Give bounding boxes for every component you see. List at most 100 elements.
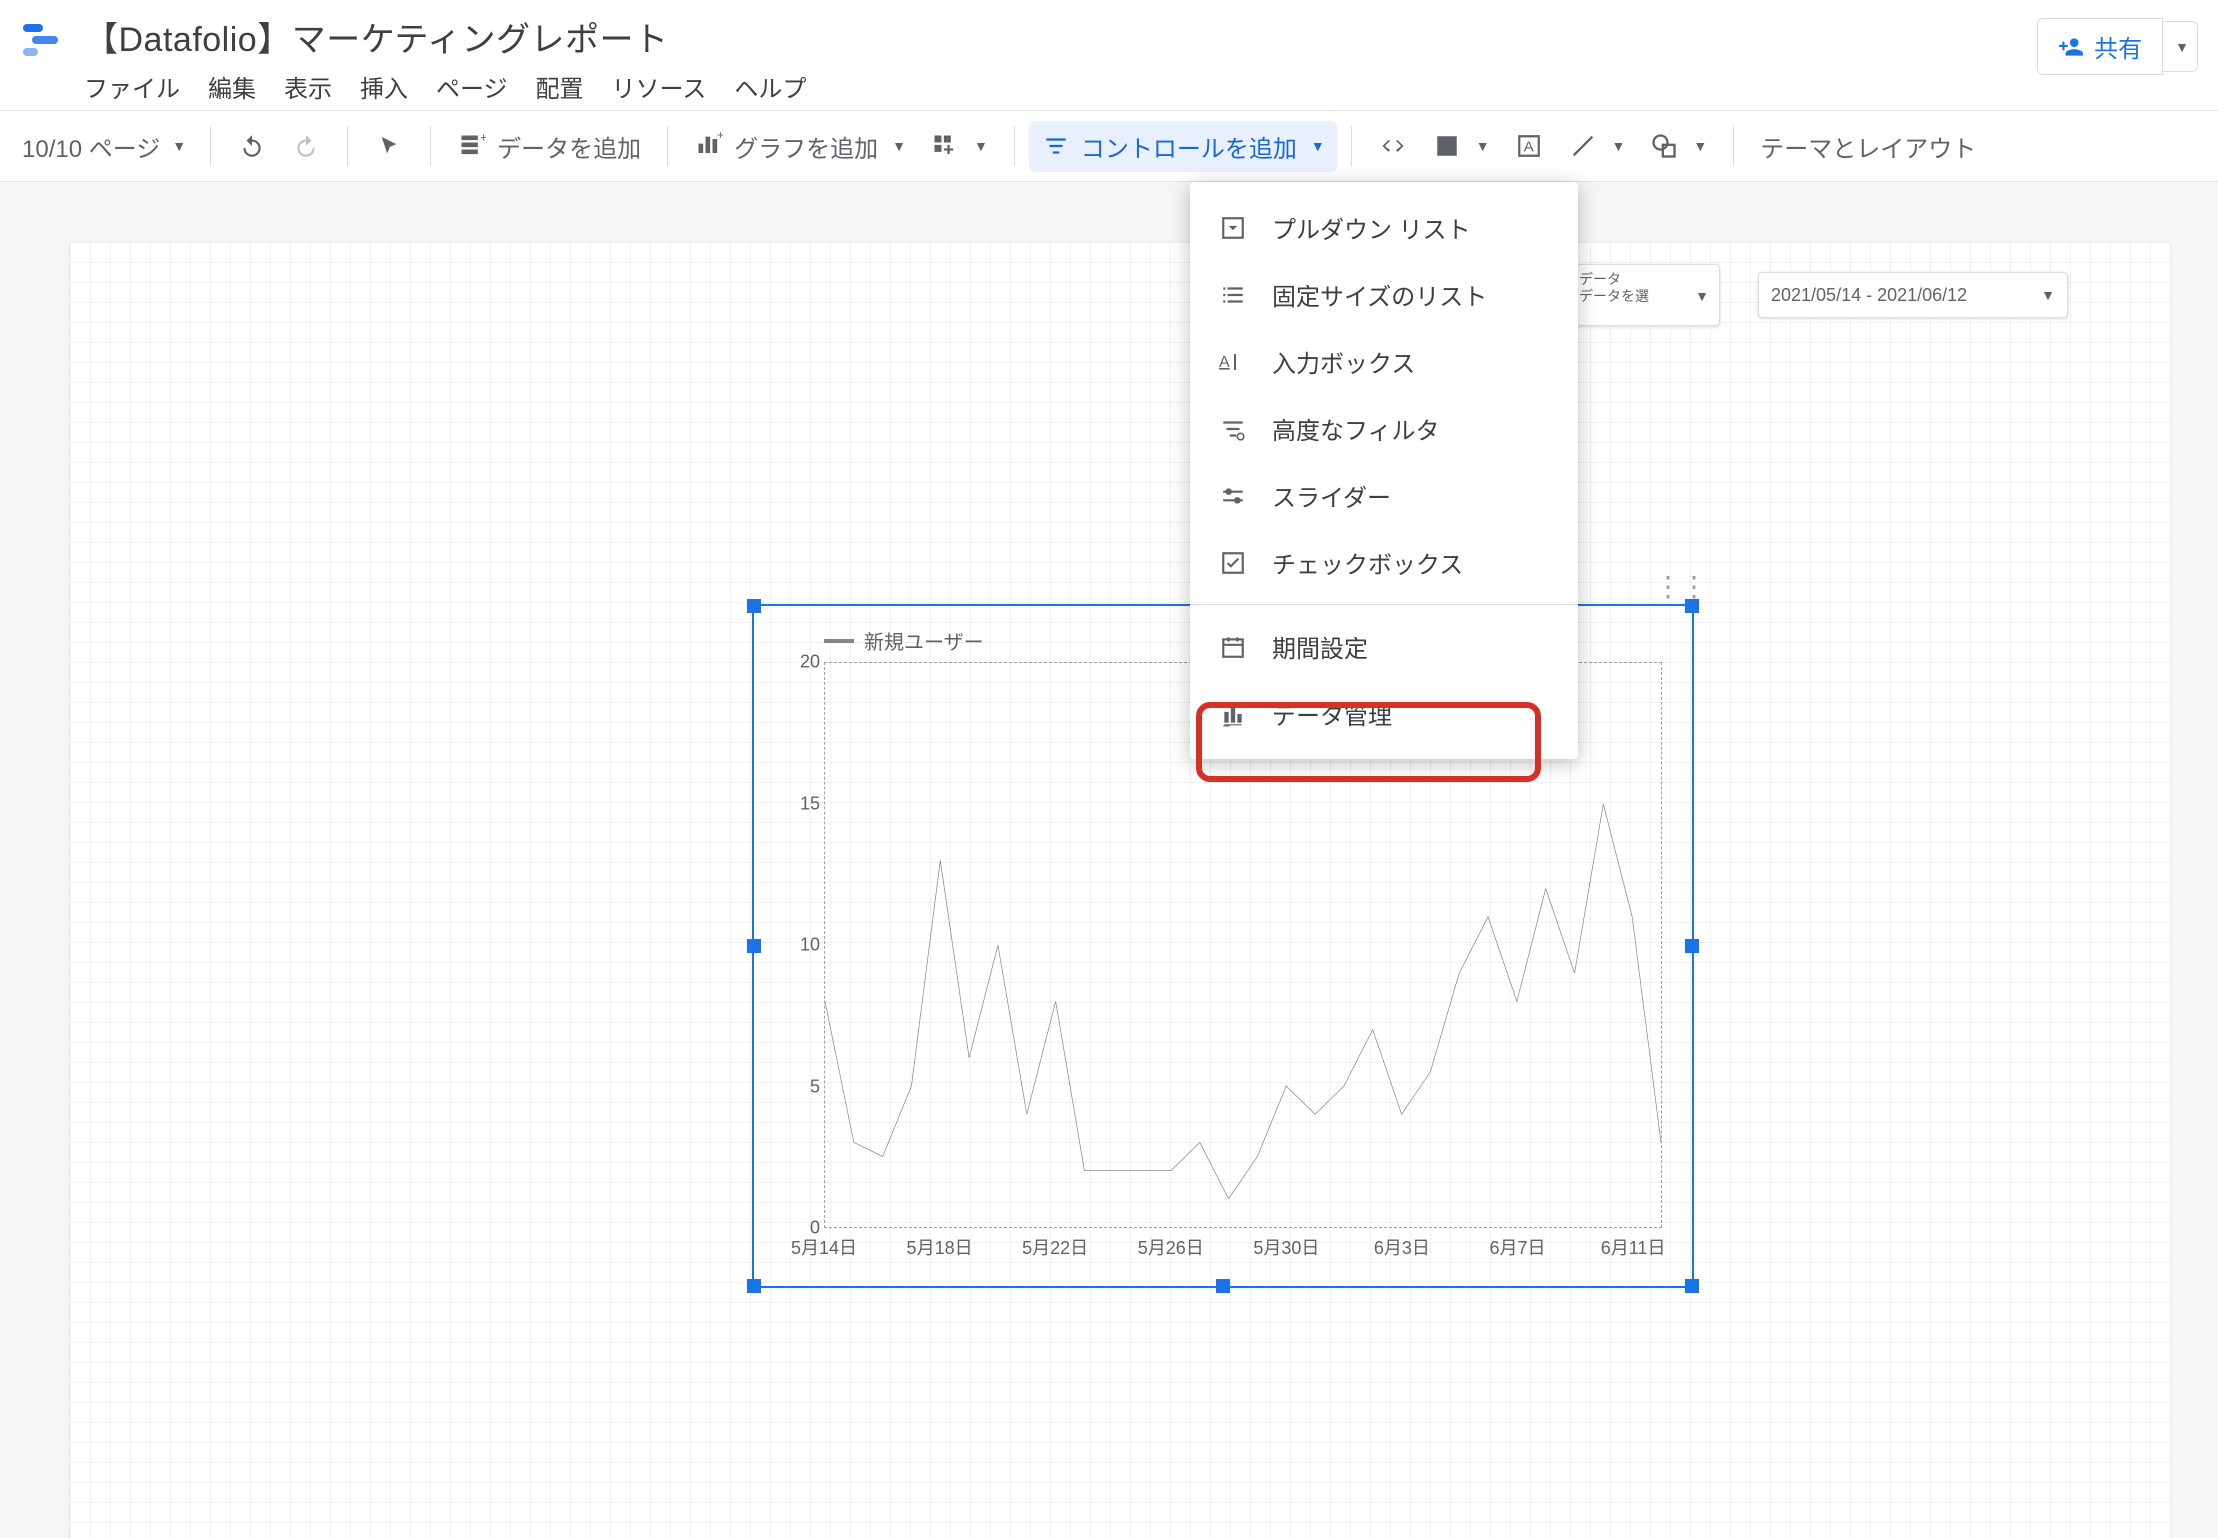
data-selector-value: データを選	[1579, 288, 1649, 305]
resize-handle-bm[interactable]	[1216, 1279, 1230, 1293]
undo-icon	[237, 131, 267, 161]
date-range-control[interactable]: 2021/05/14 - 2021/06/12 ▼	[1758, 272, 2068, 318]
dropdown-item-label: 入力ボックス	[1272, 344, 1415, 379]
share-dropdown[interactable]: ▼	[2163, 21, 2198, 72]
document-title[interactable]: 【Datafolio】マーケティングレポート	[84, 12, 2037, 61]
page-indicator[interactable]: 10/10 ページ ▼	[12, 129, 196, 164]
input-icon: A	[1218, 347, 1248, 377]
title-area: 【Datafolio】マーケティングレポート ファイル 編集 表示 挿入 ページ…	[84, 12, 2037, 104]
menu-edit[interactable]: 編集	[208, 69, 256, 104]
redo-icon	[291, 131, 321, 161]
menu-resource[interactable]: リソース	[612, 69, 707, 104]
dropdown-item-pulldown[interactable]: プルダウン リスト	[1190, 194, 1578, 261]
add-control-button[interactable]: コントロールを追加 ▼	[1029, 121, 1337, 172]
dropdown-item-slider[interactable]: スライダー	[1190, 462, 1578, 529]
image-button[interactable]: ▼	[1420, 123, 1502, 169]
shape-icon	[1649, 131, 1679, 161]
calendar-icon	[1218, 632, 1248, 662]
shape-button[interactable]: ▼	[1637, 123, 1719, 169]
resize-handle-bl[interactable]	[747, 1279, 761, 1293]
share-area: 共有 ▼	[2037, 18, 2198, 75]
person-add-icon	[2058, 34, 2084, 60]
legend-label: 新規ユーザー	[864, 626, 984, 655]
undo-button[interactable]	[225, 123, 279, 169]
redo-button[interactable]	[279, 123, 333, 169]
separator	[347, 126, 348, 166]
add-chart-button[interactable]: + グラフを追加 ▼	[682, 121, 918, 172]
dropdown-item-datamgmt[interactable]: データ管理	[1190, 680, 1578, 747]
add-chart-label: グラフを追加	[734, 129, 878, 164]
dropdown-item-label: スライダー	[1272, 478, 1391, 513]
line-button[interactable]: ▼	[1556, 123, 1638, 169]
canvas-page[interactable]: データ データを選 ▼ 2021/05/14 - 2021/06/12 ▼ ⋮⋮	[70, 242, 2170, 1538]
menu-file[interactable]: ファイル	[84, 69, 180, 104]
list-icon	[1218, 280, 1248, 310]
app-logo	[20, 18, 64, 62]
pulldown-icon	[1218, 213, 1248, 243]
separator	[667, 126, 668, 166]
svg-text:+: +	[717, 132, 723, 142]
caret-down-icon: ▼	[2175, 39, 2189, 55]
resize-handle-br[interactable]	[1685, 1279, 1699, 1293]
y-axis: 05101520	[784, 662, 820, 1228]
resize-handle-tr[interactable]	[1685, 599, 1699, 613]
dropdown-item-label: チェックボックス	[1272, 545, 1463, 580]
community-viz-button[interactable]: ▼	[918, 123, 1000, 169]
database-plus-icon: +	[457, 131, 487, 161]
dropdown-item-daterange[interactable]: 期間設定	[1190, 613, 1578, 680]
page-indicator-text: 10/10 ページ	[22, 129, 160, 164]
text-box-icon: A	[1514, 131, 1544, 161]
caret-down-icon: ▼	[1612, 138, 1626, 154]
separator	[1733, 126, 1734, 166]
add-data-label: データを追加	[497, 129, 641, 164]
data-selector-control[interactable]: データ データを選 ▼	[1568, 264, 1720, 326]
menu-arrange[interactable]: 配置	[536, 69, 584, 104]
theme-layout-button[interactable]: テーマとレイアウト	[1748, 121, 1988, 172]
resize-handle-tl[interactable]	[747, 599, 761, 613]
svg-text:A: A	[1219, 354, 1230, 371]
share-button[interactable]: 共有	[2037, 18, 2163, 75]
legend-line-icon	[824, 639, 854, 643]
dropdown-item-checkbox[interactable]: チェックボックス	[1190, 529, 1578, 596]
toolbar: 10/10 ページ ▼ + データを追加 + グラフを追加 ▼ ▼ コントロール…	[0, 110, 2218, 182]
menu-insert[interactable]: 挿入	[360, 69, 408, 104]
chart-plus-icon: +	[694, 131, 724, 161]
menu-view[interactable]: 表示	[284, 69, 332, 104]
filter-icon	[1041, 131, 1071, 161]
data-manage-icon	[1218, 699, 1248, 729]
embed-button[interactable]	[1366, 123, 1420, 169]
caret-down-icon: ▼	[1695, 288, 1709, 304]
add-data-button[interactable]: + データを追加	[445, 121, 653, 172]
dropdown-item-inputbox[interactable]: A 入力ボックス	[1190, 328, 1578, 395]
svg-text:A: A	[1523, 138, 1534, 155]
dropdown-item-label: プルダウン リスト	[1272, 210, 1471, 245]
dropdown-item-label: 高度なフィルタ	[1272, 411, 1440, 446]
menu-help[interactable]: ヘルプ	[734, 69, 806, 104]
header: 【Datafolio】マーケティングレポート ファイル 編集 表示 挿入 ページ…	[0, 0, 2218, 110]
code-icon	[1378, 131, 1408, 161]
canvas-area[interactable]: データ データを選 ▼ 2021/05/14 - 2021/06/12 ▼ ⋮⋮	[0, 182, 2218, 1538]
dropdown-item-fixedlist[interactable]: 固定サイズのリスト	[1190, 261, 1578, 328]
menu-page[interactable]: ページ	[436, 69, 508, 104]
text-button[interactable]: A	[1502, 123, 1556, 169]
separator	[210, 126, 211, 166]
dropdown-item-label: 固定サイズのリスト	[1272, 277, 1487, 312]
svg-text:+: +	[480, 132, 486, 144]
dropdown-item-advfilter[interactable]: 高度なフィルタ	[1190, 395, 1578, 462]
resize-handle-rm[interactable]	[1685, 939, 1699, 953]
menu-bar: ファイル 編集 表示 挿入 ページ 配置 リソース ヘルプ	[84, 69, 2037, 104]
share-label: 共有	[2094, 29, 2142, 64]
add-control-dropdown: プルダウン リスト 固定サイズのリスト A 入力ボックス 高度なフィルタ スライ…	[1190, 182, 1578, 759]
caret-down-icon: ▼	[892, 138, 906, 154]
dropdown-separator	[1190, 604, 1578, 605]
filter-search-icon	[1218, 414, 1248, 444]
separator	[1351, 126, 1352, 166]
line-icon	[1568, 131, 1598, 161]
drag-handle-icon[interactable]: ⋮⋮	[1654, 582, 1706, 592]
caret-down-icon: ▼	[2041, 287, 2055, 303]
caret-down-icon: ▼	[172, 138, 186, 154]
add-control-label: コントロールを追加	[1081, 129, 1297, 164]
resize-handle-lm[interactable]	[747, 939, 761, 953]
separator	[430, 126, 431, 166]
pointer-button[interactable]	[362, 123, 416, 169]
